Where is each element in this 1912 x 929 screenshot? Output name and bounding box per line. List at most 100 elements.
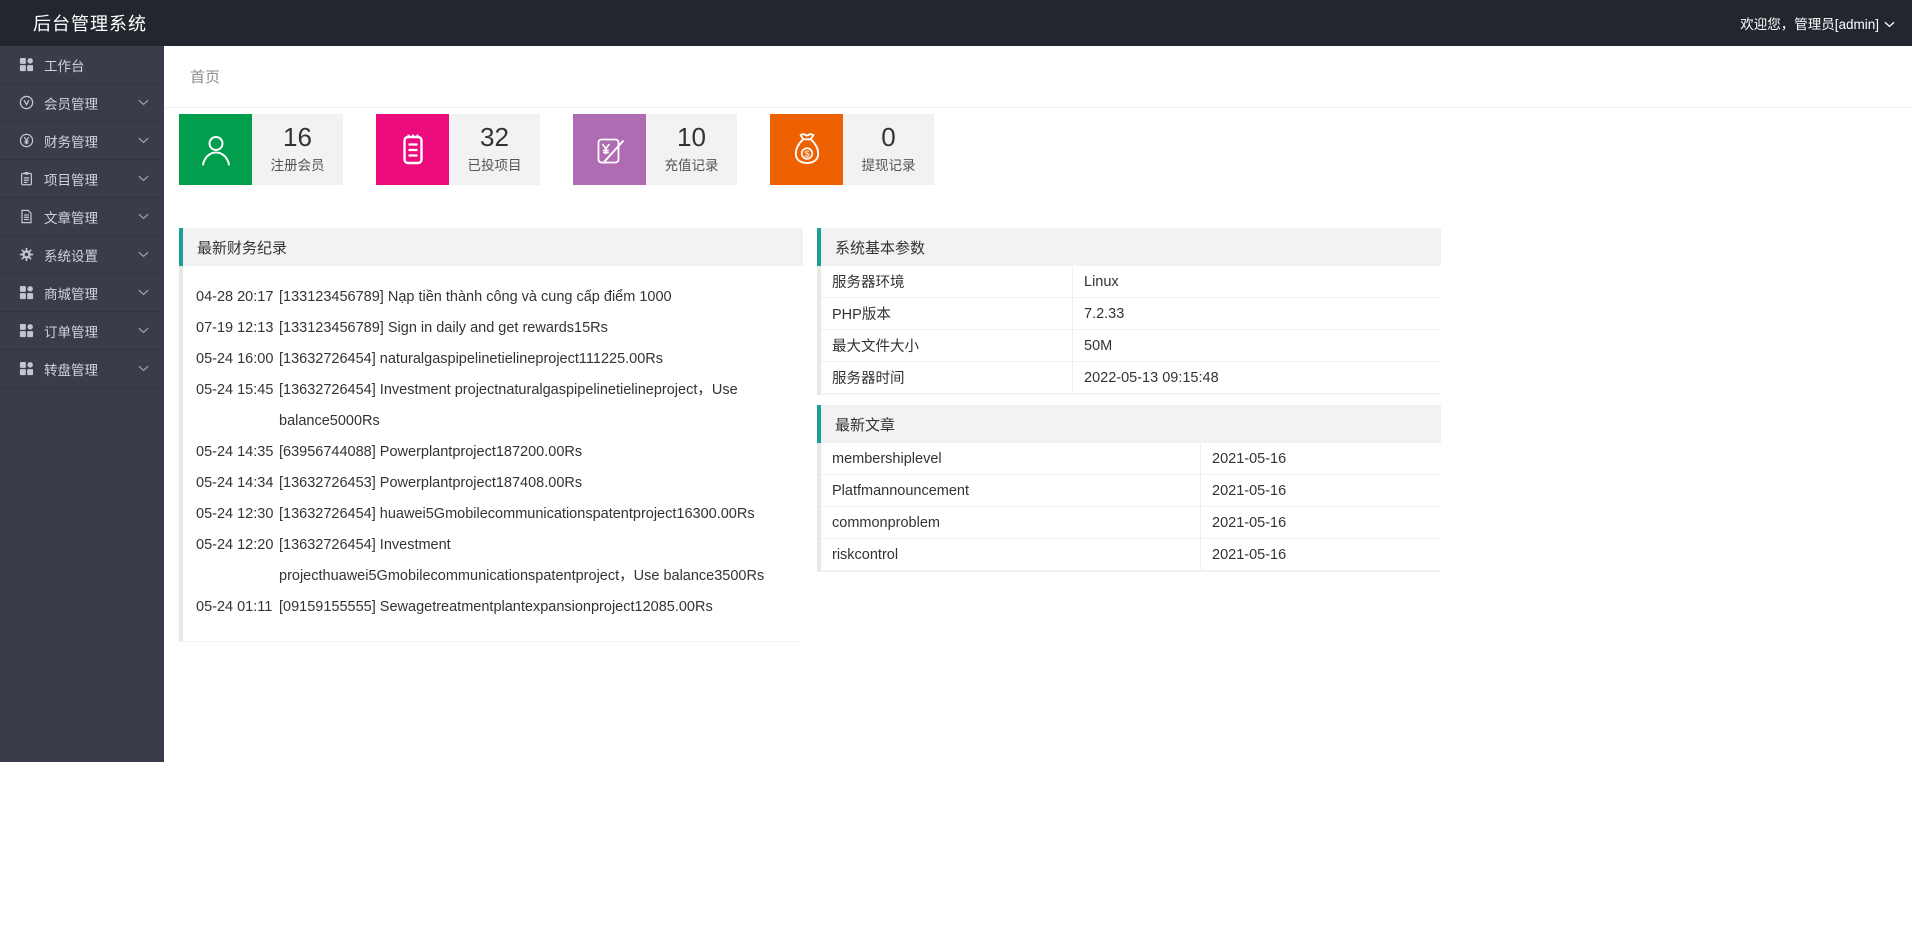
breadcrumb-home[interactable]: 首页 xyxy=(190,66,220,87)
finance-record: 05-24 14:34 [13632726453] Powerplantproj… xyxy=(196,468,803,499)
row-label: riskcontrol xyxy=(832,546,899,563)
stat-cards: 16 注册会员 32 已投项目 10 充值记录 $ 0 提现记录 xyxy=(179,114,1912,185)
stat-label: 已投项目 xyxy=(467,158,522,173)
table-row: PHP版本 7.2.33 xyxy=(821,298,1441,330)
member-icon xyxy=(19,95,34,110)
articles-table: membershiplevel 2021-05-16 Platfmannounc… xyxy=(817,443,1441,572)
sidebar-item-label: 转盘管理 xyxy=(44,362,98,378)
finance-panel-header: 最新财务纪录 xyxy=(179,228,803,266)
row-value: 2022-05-13 09:15:48 xyxy=(1072,362,1441,393)
chevron-down-icon xyxy=(138,99,149,106)
sidebar-item-2[interactable]: 财务管理 xyxy=(0,122,164,160)
record-time: 05-24 16:00 xyxy=(196,351,274,367)
finance-record: 05-24 15:45 [13632726454] Investment pro… xyxy=(196,375,803,437)
record-text: [13632726454] naturalgaspipelinetielinep… xyxy=(279,351,664,367)
row-label: commonproblem xyxy=(832,514,940,531)
finance-panel: 最新财务纪录 04-28 20:17 [133123456789] Nạp ti… xyxy=(179,228,803,642)
stat-card: $ 0 提现记录 xyxy=(770,114,934,185)
table-row: 最大文件大小 50M xyxy=(821,330,1441,362)
finance-record: 05-24 12:20 [13632726454] Investment pro… xyxy=(196,530,803,592)
finance-records: 04-28 20:17 [133123456789] Nạp tiền thàn… xyxy=(179,266,803,642)
row-value: 2021-05-16 xyxy=(1200,475,1441,506)
sidebar-item-label: 商城管理 xyxy=(44,286,98,302)
record-time: 05-24 15:45 xyxy=(196,382,274,398)
welcome-text: 欢迎您，管理员[admin] xyxy=(1740,17,1879,32)
finance-record: 07-19 12:13 [133123456789] Sign in daily… xyxy=(196,313,803,344)
record-text: [63956744088] Powerplantproject187200.00… xyxy=(279,444,583,460)
table-row: 服务器环境 Linux xyxy=(821,266,1441,298)
stat-label: 充值记录 xyxy=(664,158,719,173)
admin-dashboard: 后台管理系统 欢迎您，管理员[admin] 工作台 会员管理 财务管理 项目管理… xyxy=(0,0,1912,929)
sidebar-item-1[interactable]: 会员管理 xyxy=(0,84,164,122)
stat-value: 32 xyxy=(480,122,509,152)
grid-icon xyxy=(19,361,34,376)
chevron-down-icon xyxy=(138,365,149,372)
chevron-down-icon xyxy=(138,213,149,220)
record-text: [13632726454] Investment projecthuawei5G… xyxy=(279,537,765,584)
grid-icon xyxy=(19,285,34,300)
row-label: PHP版本 xyxy=(832,307,891,323)
sidebar-item-7[interactable]: 订单管理 xyxy=(0,312,164,350)
stat-label: 提现记录 xyxy=(861,158,916,173)
row-value: 7.2.33 xyxy=(1072,298,1441,329)
row-label: 服务器时间 xyxy=(832,371,905,387)
panel-title: 系统基本参数 xyxy=(835,239,926,257)
grid-icon xyxy=(19,323,34,338)
sidebar-item-5[interactable]: 系统设置 xyxy=(0,236,164,274)
record-time: 07-19 12:13 xyxy=(196,320,274,336)
stat-value: 16 xyxy=(283,122,312,152)
record-text: [133123456789] Nạp tiền thành công và cu… xyxy=(279,289,672,305)
articles-panel-header: 最新文章 xyxy=(817,405,1441,443)
sidebar-item-0[interactable]: 工作台 xyxy=(0,46,164,84)
chevron-down-icon xyxy=(138,327,149,334)
sidebar-item-6[interactable]: 商城管理 xyxy=(0,274,164,312)
row-label: 服务器环境 xyxy=(832,275,905,291)
stat-label: 注册会员 xyxy=(270,158,325,173)
topbar: 后台管理系统 欢迎您，管理员[admin] xyxy=(0,0,1912,46)
record-time: 05-24 14:35 xyxy=(196,444,274,460)
withdraw-icon: $ xyxy=(770,114,843,185)
user-menu[interactable]: 欢迎您，管理员[admin] xyxy=(1740,13,1895,33)
finance-icon xyxy=(19,133,34,148)
row-value: Linux xyxy=(1072,266,1441,297)
panel-title: 最新文章 xyxy=(835,416,896,434)
system-params-panel: 系统基本参数 服务器环境 Linux PHP版本 7.2.33 最大文件大小 5… xyxy=(817,228,1441,395)
system-params-table: 服务器环境 Linux PHP版本 7.2.33 最大文件大小 50M 服务器时… xyxy=(817,266,1441,395)
finance-record: 05-24 14:35 [63956744088] Powerplantproj… xyxy=(196,437,803,468)
finance-record: 04-28 20:17 [133123456789] Nạp tiền thàn… xyxy=(196,282,803,313)
record-time: 05-24 01:11 xyxy=(196,599,273,615)
sidebar: 工作台 会员管理 财务管理 项目管理 文章管理 系统设置 商城管理 订单管理 转… xyxy=(0,46,164,762)
chevron-down-icon xyxy=(1884,21,1895,28)
sidebar-item-4[interactable]: 文章管理 xyxy=(0,198,164,236)
breadcrumb: 首页 xyxy=(164,46,1912,108)
invest-icon xyxy=(376,114,449,185)
sidebar-item-8[interactable]: 转盘管理 xyxy=(0,350,164,388)
row-value: 2021-05-16 xyxy=(1200,507,1441,538)
app-title: 后台管理系统 xyxy=(33,14,147,34)
main-area: 首页 16 注册会员 32 已投项目 10 充值记录 $ 0 提现记录 最新财务… xyxy=(164,46,1912,642)
sidebar-item-label: 财务管理 xyxy=(44,134,98,150)
stat-card: 10 充值记录 xyxy=(573,114,737,185)
chevron-down-icon xyxy=(138,137,149,144)
row-label: Platfmannouncement xyxy=(832,482,970,499)
project-icon xyxy=(19,171,34,186)
record-text: [13632726454] huawei5Gmobilecommunicatio… xyxy=(279,506,755,522)
sidebar-item-label: 系统设置 xyxy=(44,248,98,264)
table-row: riskcontrol 2021-05-16 xyxy=(821,539,1441,571)
record-text: [09159155555] Sewagetreatmentplantexpans… xyxy=(279,599,713,615)
content: 16 注册会员 32 已投项目 10 充值记录 $ 0 提现记录 最新财务纪录 xyxy=(164,108,1912,642)
row-value: 50M xyxy=(1072,330,1441,361)
row-label: membershiplevel xyxy=(832,450,942,467)
panel-title: 最新财务纪录 xyxy=(197,239,288,257)
grid-icon xyxy=(19,57,34,72)
sidebar-item-label: 文章管理 xyxy=(44,210,98,226)
chevron-down-icon xyxy=(138,289,149,296)
finance-record: 05-24 16:00 [13632726454] naturalgaspipe… xyxy=(196,344,803,375)
sidebar-item-3[interactable]: 项目管理 xyxy=(0,160,164,198)
finance-record: 05-24 01:11 [09159155555] Sewagetreatmen… xyxy=(196,592,803,623)
stat-value: 0 xyxy=(881,122,896,152)
sidebar-item-label: 会员管理 xyxy=(44,96,98,112)
system-panel-header: 系统基本参数 xyxy=(817,228,1441,266)
record-time: 05-24 12:30 xyxy=(196,506,274,522)
finance-record: 05-24 12:30 [13632726454] huawei5Gmobile… xyxy=(196,499,803,530)
